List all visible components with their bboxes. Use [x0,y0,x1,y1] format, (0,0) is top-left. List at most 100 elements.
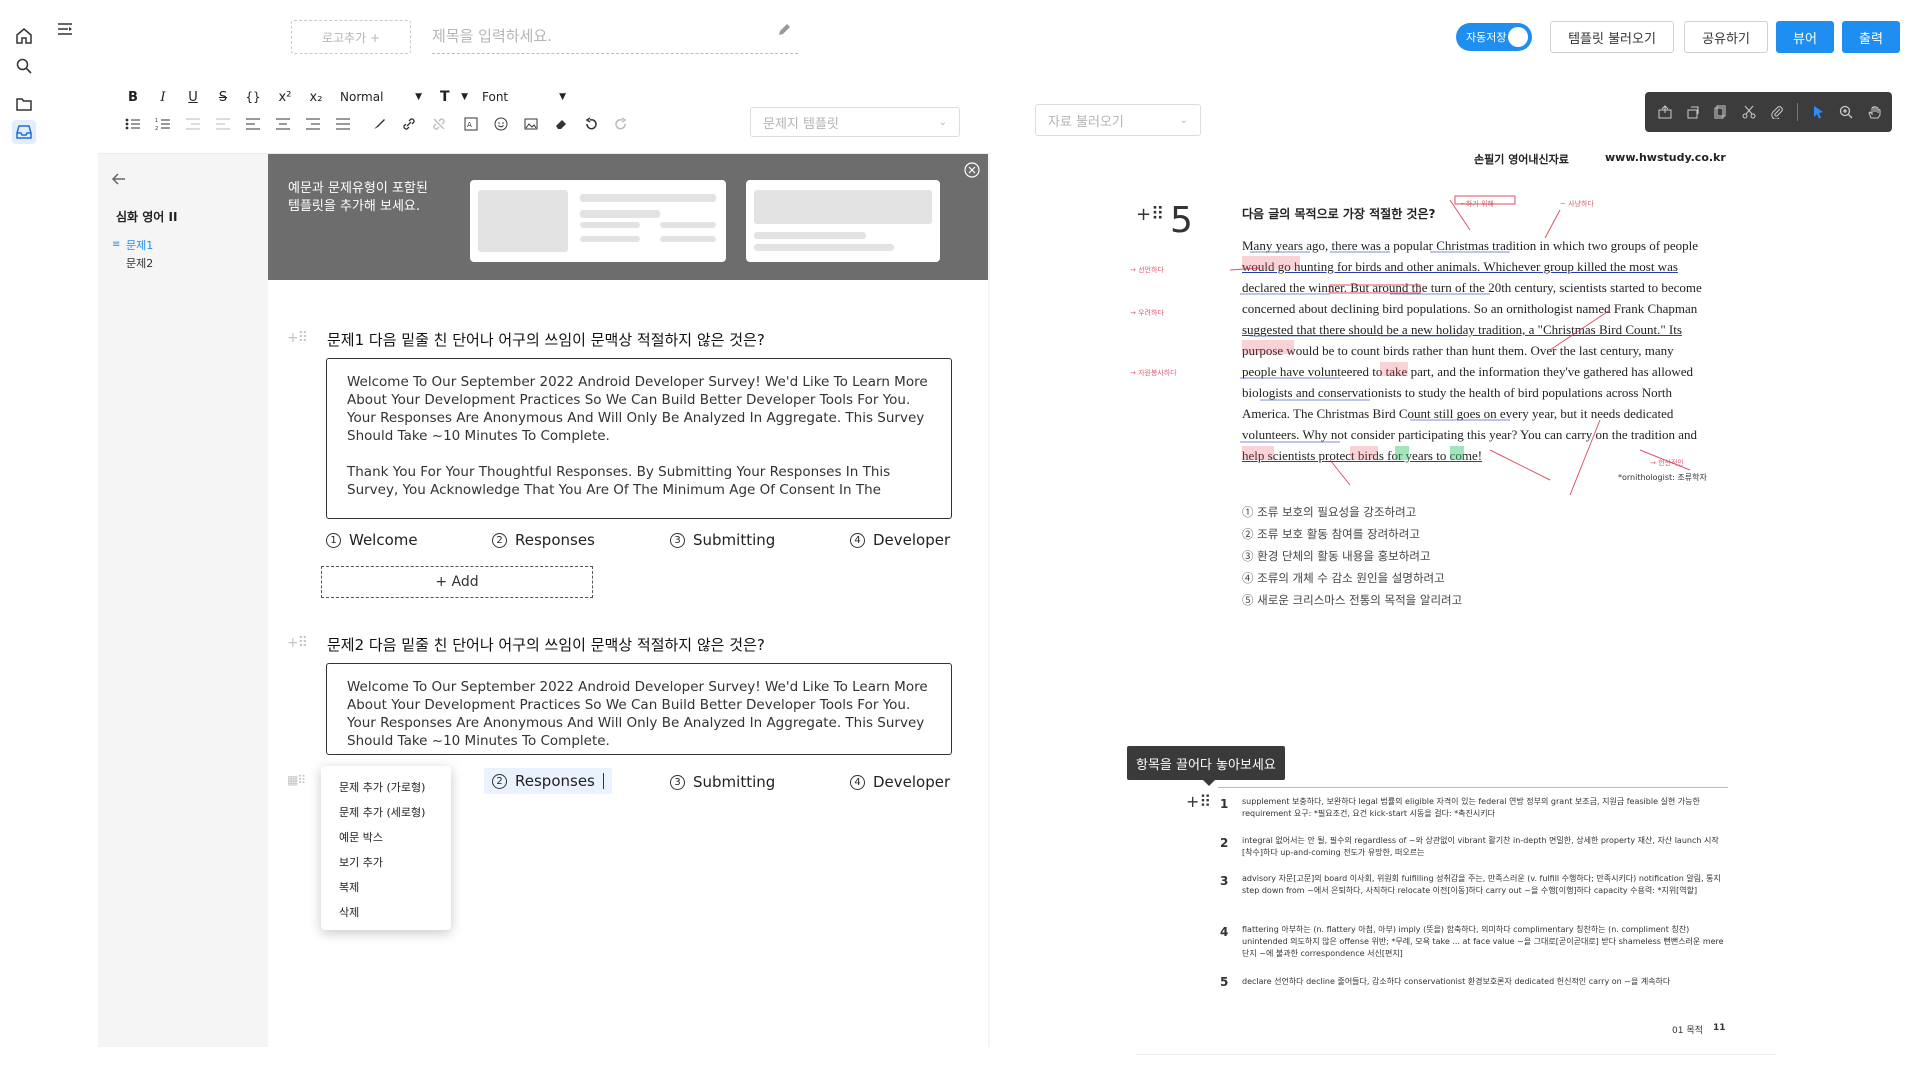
choice-item[interactable]: 4 Developer [850,773,950,791]
sidebar-item-q2[interactable]: 문제2 [126,255,153,271]
redo-icon[interactable] [610,113,632,135]
print-button[interactable]: 출력 [1842,21,1900,53]
choice-item[interactable]: 1 Welcome [326,531,418,549]
footer-page-number: 11 [1713,1023,1726,1033]
card-placeholder [580,194,716,202]
load-material-select[interactable]: 자료 불러오기 ⌄ [1035,104,1201,136]
template-select[interactable]: 문제지 템플릿 ⌄ [750,107,960,137]
question-1-passage[interactable]: Welcome To Our September 2022 Android De… [326,358,952,519]
choice-item[interactable]: 2 Responses [484,768,612,794]
strike-button[interactable]: S [212,86,234,108]
align-left-icon[interactable] [242,113,264,135]
link-icon[interactable] [398,113,420,135]
heading-select[interactable]: Normal ▼ [340,86,422,108]
template-select-value: 문제지 템플릿 [763,116,839,132]
zoom-icon[interactable] [1838,104,1854,120]
context-menu: 문제 추가 (가로형) 문제 추가 (세로형) 예문 박스 보기 추가 복제 삭… [321,766,451,930]
vocab-row: integral 없어서는 안 될, 필수의 regardless of ~와 … [1242,836,1719,857]
folder-icon[interactable] [12,92,36,116]
align-right-icon[interactable] [302,113,324,135]
scissors-icon[interactable] [1741,104,1757,120]
drag-handle-icon[interactable]: +⠿ [287,330,308,346]
heading-select-value: Normal [340,90,384,104]
menu-item-example-box[interactable]: 예문 박스 [321,824,451,849]
add-choice-button[interactable]: + Add [321,566,593,598]
attach-icon[interactable] [1769,104,1785,120]
choice-item[interactable]: 3 Submitting [670,531,775,549]
eraser-icon[interactable] [550,113,572,135]
subscript-button[interactable]: x₂ [305,86,327,108]
footer-label: 01 목적 [1672,1026,1703,1036]
inbox-icon[interactable] [12,120,36,144]
vocab-row: flattering 아부하는 (n. flattery 아첨, 아부) imp… [1242,925,1724,958]
code-button[interactable]: {} [242,86,264,108]
choice-item[interactable]: 2 Responses [492,531,595,549]
template-card-2[interactable] [746,180,940,262]
menu-toggle-icon[interactable] [56,20,76,40]
align-center-icon[interactable] [272,113,294,135]
menu-item-add-choice[interactable]: 보기 추가 [321,849,451,874]
share-button[interactable]: 공유하기 [1684,21,1768,53]
numbered-list-icon[interactable]: 12 [152,113,174,135]
choice-number: 2 [492,532,507,548]
answer-choice: ③ 환경 단체의 활동 내용을 홍보하려고 [1242,549,1431,563]
close-icon[interactable] [964,162,980,182]
logo-add-box[interactable]: 로고추가 + [291,20,411,54]
question-2-title[interactable]: 문제2 다음 밑줄 친 단어나 어구의 쓰임이 문맥상 적절하지 않은 것은? [327,634,765,655]
question-sidebar [98,154,268,1047]
menu-item-delete[interactable]: 삭제 [321,899,451,924]
font-select[interactable]: Font ▼ [482,86,566,108]
copy-icon[interactable] [1713,104,1729,120]
choice-label: Developer [873,773,951,791]
outdent-icon[interactable] [182,113,204,135]
answer-choice: ② 조류 보호 활동 참여를 장려하려고 [1242,527,1420,541]
svg-text:→ 자원봉사하다: → 자원봉사하다 [1130,368,1177,377]
bullet-list-icon[interactable] [122,113,144,135]
chevron-down-icon: ⌄ [1179,114,1188,126]
indent-icon[interactable] [212,113,234,135]
template-card-1[interactable] [470,180,726,262]
drag-handle-icon[interactable]: ▦⠿ [287,773,306,787]
sidebar-item-q1[interactable]: 문제1 [126,237,153,253]
cursor-icon[interactable] [1810,104,1826,120]
viewer-button[interactable]: 뷰어 [1776,21,1834,53]
menu-item-add-horizontal[interactable]: 문제 추가 (가로형) [321,774,451,799]
hand-icon[interactable] [1866,104,1882,120]
image-icon[interactable] [520,113,542,135]
back-arrow-icon[interactable] [110,170,128,192]
drag-handle-icon[interactable]: +⠿ [1186,792,1211,811]
autosave-toggle[interactable]: 자동저장 [1456,23,1532,51]
card-placeholder [660,222,716,228]
choice-item[interactable]: 4 Developer [850,531,950,549]
template-load-button[interactable]: 템플릿 불러오기 [1550,21,1674,53]
choice-item[interactable]: 3 Submitting [670,773,775,791]
menu-item-duplicate[interactable]: 복제 [321,874,451,899]
svg-text:→ 선언하다: → 선언하다 [1130,265,1164,274]
menu-item-add-vertical[interactable]: 문제 추가 (세로형) [321,799,451,824]
search-icon[interactable] [12,54,36,78]
underline-button[interactable]: U [182,86,204,108]
home-icon[interactable] [12,24,36,48]
svg-text:1: 1 [155,118,158,124]
vocab-number: 2 [1220,836,1229,850]
bold-button[interactable]: B [122,86,144,108]
choice-label: Submitting [693,773,776,791]
brush-icon[interactable] [368,113,390,135]
text-box-icon[interactable]: A [460,113,482,135]
italic-button[interactable]: I [152,86,174,108]
text-size-button[interactable]: T ▼ [440,86,468,108]
export-icon[interactable] [1657,104,1673,120]
undo-icon[interactable] [580,113,602,135]
rotate-icon[interactable] [1685,104,1701,120]
align-justify-icon[interactable] [332,113,354,135]
autosave-label: 자동저장 [1466,31,1507,44]
passage-paragraph: Welcome To Our September 2022 Android De… [347,679,928,749]
drag-handle-icon[interactable]: +⠿ [287,635,308,651]
question-2-passage[interactable]: Welcome To Our September 2022 Android De… [326,663,952,755]
unlink-icon[interactable] [428,113,450,135]
title-input[interactable] [432,18,798,54]
emoji-icon[interactable] [490,113,512,135]
superscript-button[interactable]: x² [274,86,296,108]
svg-text:→ 우려하다: → 우려하다 [1130,308,1164,317]
question-1-title[interactable]: 문제1 다음 밑줄 친 단어나 어구의 쓰임이 문맥상 적절하지 않은 것은? [327,329,765,350]
